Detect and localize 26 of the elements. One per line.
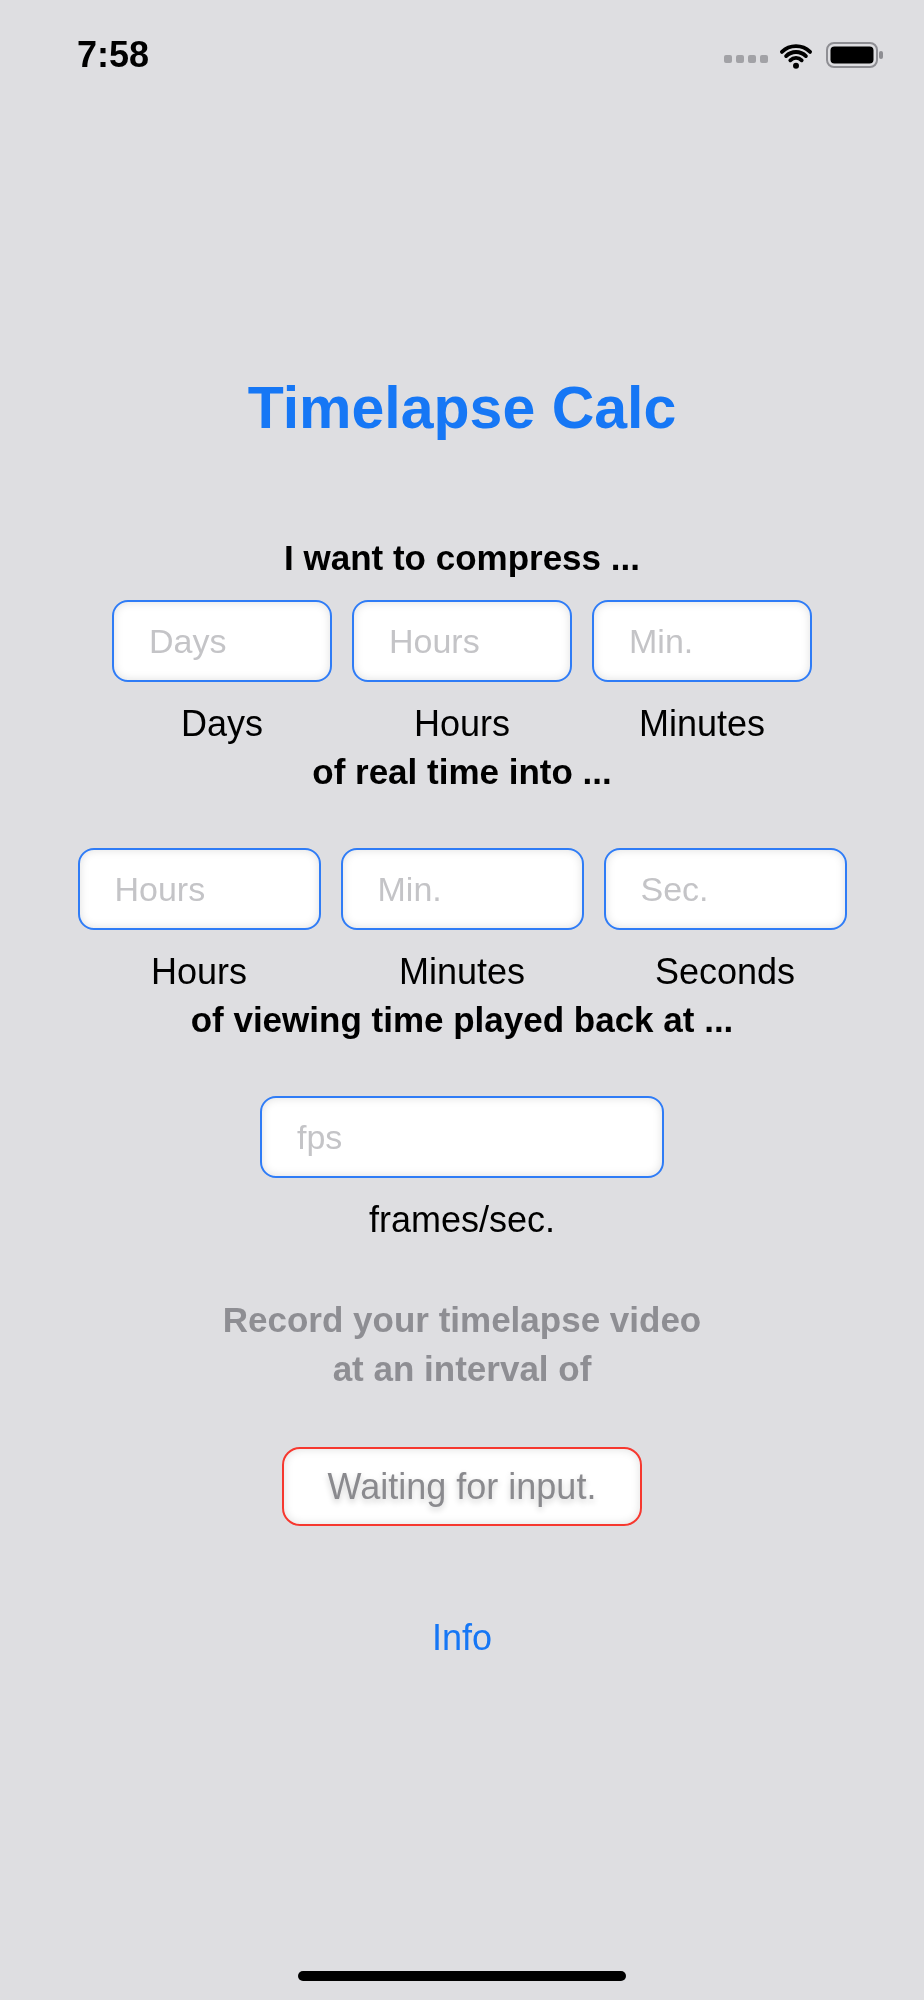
input-field[interactable]: Min. xyxy=(592,600,812,682)
result-caption: Record your timelapse video at an interval of xyxy=(222,1299,702,1390)
signal-icon xyxy=(724,55,768,63)
battery-icon xyxy=(826,42,884,68)
field-label: frames/sec. xyxy=(368,1200,555,1240)
field-label: Days xyxy=(181,704,263,744)
app-title: Timelapse Calc xyxy=(247,378,677,438)
wifi-icon xyxy=(778,41,814,69)
field-label: Seconds xyxy=(654,952,796,992)
status-time: 7:58 xyxy=(77,35,150,75)
input-field[interactable]: Hours xyxy=(352,600,572,682)
input-field[interactable]: Min. xyxy=(340,848,584,930)
section-heading: of real time into ... xyxy=(312,752,612,792)
section-heading: of viewing time played back at ... xyxy=(190,1000,734,1040)
field-label: Minutes xyxy=(398,952,526,992)
input-field[interactable]: Days xyxy=(112,600,332,682)
field-label: Hours xyxy=(414,704,510,744)
section-heading: I want to compress ... xyxy=(284,538,640,578)
info-link[interactable]: Info xyxy=(431,1618,492,1658)
result-display: Waiting for input. xyxy=(282,1447,642,1526)
input-field[interactable]: fps xyxy=(260,1096,664,1178)
input-field[interactable]: Sec. xyxy=(603,848,847,930)
field-label: Hours xyxy=(151,952,247,992)
home-indicator[interactable] xyxy=(298,1971,626,1981)
field-label: Minutes xyxy=(638,704,766,744)
input-field[interactable]: Hours xyxy=(77,848,321,930)
